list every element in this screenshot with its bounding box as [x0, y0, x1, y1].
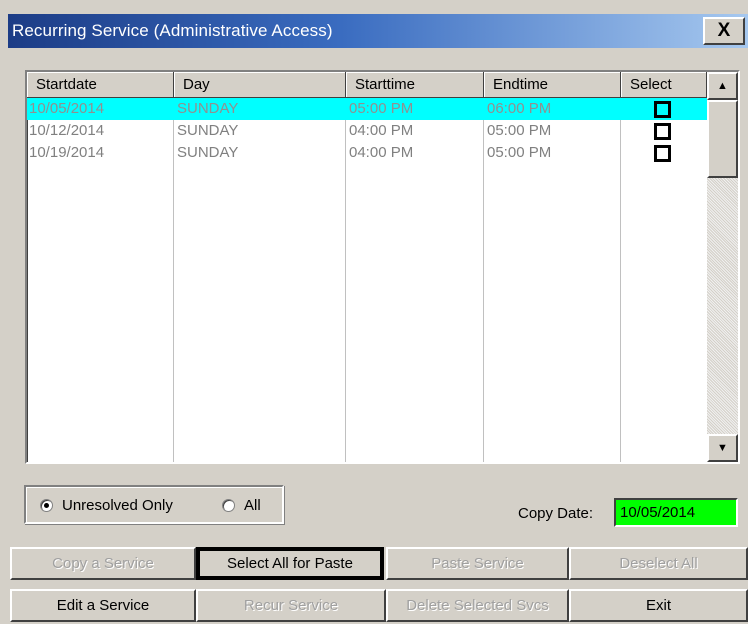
select-checkbox[interactable] — [654, 123, 671, 140]
copy-service-button[interactable]: Copy a Service — [10, 547, 196, 580]
service-list[interactable]: Startdate Day Starttime Endtime Select 1… — [25, 70, 740, 464]
select-checkbox[interactable] — [654, 145, 671, 162]
cell-endtime: 06:00 PM — [487, 100, 552, 117]
window-title: Recurring Service (Administrative Access… — [12, 21, 333, 40]
cell-starttime: 04:00 PM — [349, 144, 414, 161]
cell-startdate: 10/05/2014 — [29, 100, 105, 117]
column-header-starttime[interactable]: Starttime — [346, 72, 484, 98]
copy-date-field[interactable]: 10/05/2014 — [614, 498, 738, 527]
delete-selected-button[interactable]: Delete Selected Svcs — [386, 589, 569, 622]
table-row[interactable]: 10/12/2014 SUNDAY 04:00 PM 05:00 PM — [27, 120, 707, 142]
cell-day: SUNDAY — [177, 122, 239, 139]
cell-endtime: 05:00 PM — [487, 122, 552, 139]
table-row[interactable]: 10/05/2014 SUNDAY 05:00 PM 06:00 PM — [27, 98, 707, 120]
scroll-down-arrow-icon[interactable]: ▼ — [707, 434, 738, 462]
cell-startdate: 10/19/2014 — [29, 144, 105, 161]
recurring-service-window: Recurring Service (Administrative Access… — [0, 0, 748, 624]
copy-date-label: Copy Date: — [518, 505, 594, 522]
cell-startdate: 10/12/2014 — [29, 122, 105, 139]
exit-button[interactable]: Exit — [569, 589, 748, 622]
unresolved-only-label: Unresolved Only — [62, 497, 173, 514]
deselect-all-button[interactable]: Deselect All — [569, 547, 748, 580]
edit-service-button[interactable]: Edit a Service — [10, 589, 196, 622]
cell-day: SUNDAY — [177, 100, 239, 117]
cell-endtime: 05:00 PM — [487, 144, 552, 161]
cell-starttime: 05:00 PM — [349, 100, 414, 117]
unresolved-only-radio[interactable]: Unresolved Only — [40, 497, 173, 514]
radio-button-icon[interactable] — [40, 499, 53, 512]
all-radio[interactable]: All — [222, 497, 261, 514]
scroll-thumb[interactable] — [707, 100, 738, 178]
table-row[interactable]: 10/19/2014 SUNDAY 04:00 PM 05:00 PM — [27, 142, 707, 164]
cell-day: SUNDAY — [177, 144, 239, 161]
radio-button-icon[interactable] — [222, 499, 235, 512]
vertical-scrollbar[interactable]: ▲ ▼ — [707, 72, 738, 462]
select-all-for-paste-button[interactable]: Select All for Paste — [196, 547, 384, 580]
close-button[interactable]: X — [703, 17, 745, 45]
paste-service-button[interactable]: Paste Service — [386, 547, 569, 580]
scroll-up-arrow-icon[interactable]: ▲ — [707, 72, 738, 100]
filter-radio-group: Unresolved Only All — [24, 485, 284, 524]
column-header-endtime[interactable]: Endtime — [484, 72, 621, 98]
list-columns: Startdate Day Starttime Endtime Select 1… — [27, 72, 707, 462]
select-checkbox[interactable] — [654, 101, 671, 118]
all-label: All — [244, 497, 261, 514]
column-header-day[interactable]: Day — [174, 72, 346, 98]
column-header-select[interactable]: Select — [621, 72, 707, 98]
title-bar[interactable]: Recurring Service (Administrative Access… — [8, 14, 748, 48]
cell-starttime: 04:00 PM — [349, 122, 414, 139]
recur-service-button[interactable]: Recur Service — [196, 589, 386, 622]
column-header-startdate[interactable]: Startdate — [27, 72, 174, 98]
